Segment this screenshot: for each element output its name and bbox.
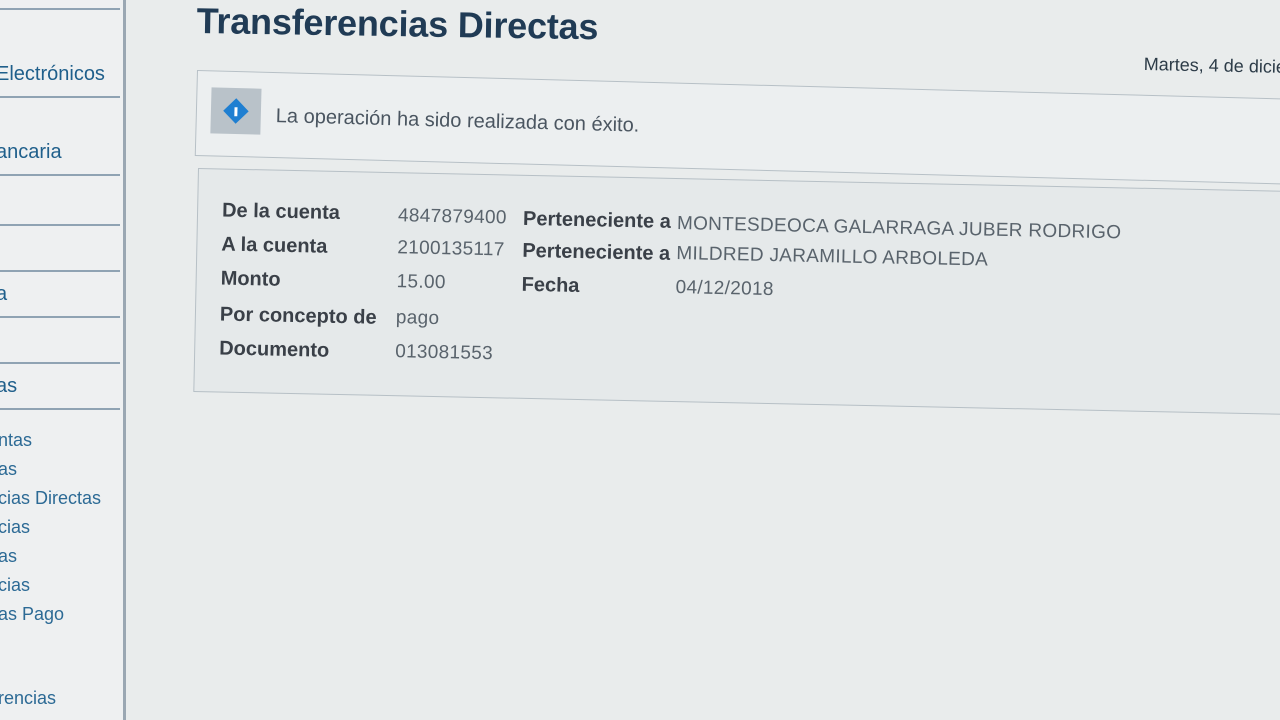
transfer-details: De la cuenta 4847879400 Perteneciente a … <box>193 168 1280 416</box>
sidebar-item-electronicos[interactable]: Electrónicos <box>0 52 120 98</box>
to-account-label: A la cuenta <box>221 233 328 258</box>
from-owner-value: MONTESDEOCA GALARRAGA JUBER RODRIGO <box>676 213 1122 244</box>
sidebar-item-label: as <box>0 374 18 397</box>
sidebar-link-1[interactable]: as <box>0 459 17 480</box>
sidebar-item-7[interactable]: as <box>0 364 120 410</box>
sidebar-link-transferencias-directas[interactable]: cias Directas <box>0 488 101 509</box>
sidebar-item-bancaria[interactable]: ancaria <box>0 130 120 176</box>
from-account-value: 4847879400 <box>397 205 507 229</box>
sidebar: Electrónicos ancaria a as ntas as cias D… <box>0 0 126 720</box>
sidebar-item-label: a <box>0 283 7 306</box>
date-label: Fecha <box>521 273 580 298</box>
document-label: Documento <box>218 337 330 362</box>
page-title: Transferencias Directas <box>196 0 599 48</box>
to-owner-value: MILDRED JARAMILLO ARBOLEDA <box>676 243 989 271</box>
concept-value: pago <box>395 307 440 330</box>
sidebar-item-3[interactable] <box>0 180 120 226</box>
info-icon <box>210 87 262 135</box>
date-value: 04/12/2018 <box>675 277 774 301</box>
from-account-label: De la cuenta <box>221 199 341 224</box>
sidebar-link-3[interactable]: cias <box>0 517 30 538</box>
sidebar-link-5[interactable]: cias <box>0 575 30 596</box>
current-date: Martes, 4 de dicie <box>1143 54 1280 77</box>
amount-value: 15.00 <box>396 271 446 294</box>
success-message-box: La operación ha sido realizada con éxito… <box>194 70 1280 185</box>
sidebar-link-cuentas[interactable]: ntas <box>0 430 32 451</box>
sidebar-item-label: ancaria <box>0 140 62 163</box>
from-owner-label: Perteneciente a <box>522 207 672 233</box>
sidebar-item-6[interactable] <box>0 318 120 364</box>
amount-label: Monto <box>220 267 281 291</box>
to-owner-label: Perteneciente a <box>522 239 671 265</box>
sidebar-link-4[interactable]: as <box>0 546 17 567</box>
to-account-value: 2100135117 <box>397 237 505 261</box>
sidebar-link-pago[interactable]: as Pago <box>0 604 64 625</box>
sidebar-item-4[interactable] <box>0 226 120 272</box>
sidebar-item-0[interactable] <box>0 0 120 10</box>
concept-label: Por concepto de <box>219 303 377 329</box>
sidebar-item-label: Electrónicos <box>0 62 105 85</box>
document-value: 013081553 <box>394 341 494 365</box>
success-message-text: La operación ha sido realizada con éxito… <box>275 105 640 137</box>
sidebar-item-5[interactable]: a <box>0 272 120 318</box>
sidebar-link-transferencias[interactable]: rencias <box>0 688 56 709</box>
